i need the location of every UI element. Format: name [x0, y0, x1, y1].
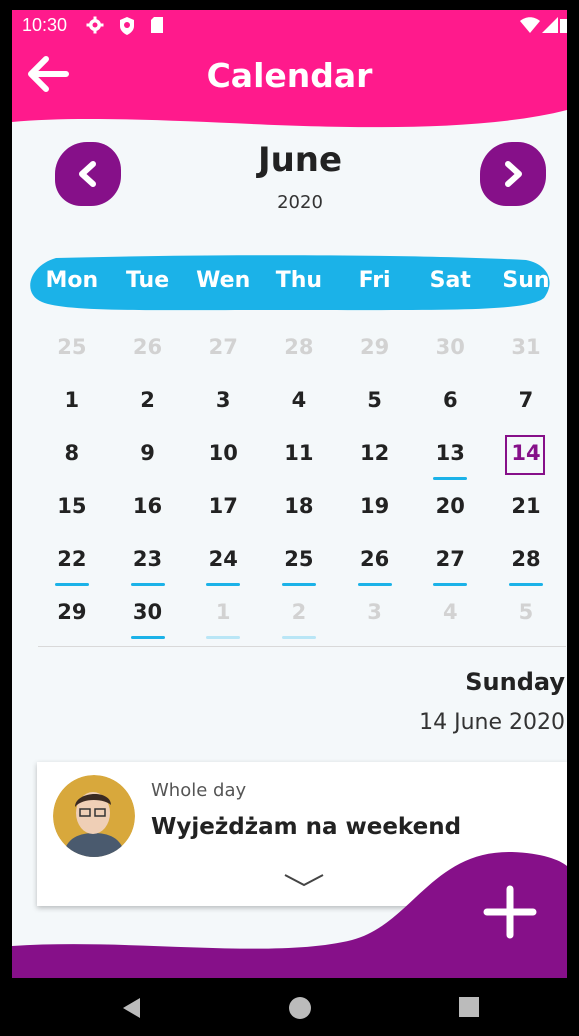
calendar-day[interactable]: 18 — [261, 484, 337, 537]
calendar-day-with-event[interactable]: 30 — [110, 590, 186, 643]
sim-card-icon — [151, 17, 163, 33]
event-marker — [282, 636, 317, 639]
page-title: Calendar — [206, 56, 373, 95]
calendar-day-with-event[interactable]: 13 — [412, 431, 488, 484]
calendar-day[interactable]: 10 — [185, 431, 261, 484]
divider — [38, 646, 566, 647]
calendar-day[interactable]: 3 — [185, 378, 261, 431]
weekday-label: Sat — [429, 268, 471, 293]
calendar-day[interactable]: 19 — [337, 484, 413, 537]
calendar-day[interactable]: 25 — [34, 325, 110, 378]
add-event-button[interactable] — [460, 862, 560, 962]
weekday-label: Mon — [45, 268, 99, 293]
calendar-day[interactable]: 5 — [337, 378, 413, 431]
weekday-label: Fri — [358, 268, 391, 293]
event-marker — [357, 583, 392, 586]
calendar-grid: 25 26 27 28 29 30 31 1 2 3 4 5 6 7 8 9 1… — [34, 325, 564, 643]
weekday-label: Thu — [275, 268, 323, 293]
nav-home-icon[interactable] — [288, 996, 312, 1020]
calendar-day[interactable]: 16 — [110, 484, 186, 537]
calendar-day[interactable]: 9 — [110, 431, 186, 484]
avatar — [53, 775, 135, 857]
event-marker — [206, 583, 241, 586]
event-marker — [130, 636, 165, 639]
calendar-day[interactable]: 8 — [34, 431, 110, 484]
event-marker — [433, 477, 468, 480]
calendar-day[interactable]: 4 — [261, 378, 337, 431]
nav-back-icon[interactable] — [120, 996, 142, 1020]
event-title: Wyjeżdżam na weekend — [151, 814, 462, 840]
calendar-day[interactable]: 30 — [412, 325, 488, 378]
status-bar: 10:30 — [12, 10, 567, 40]
event-time-label: Whole day — [151, 780, 247, 801]
settings-icon — [86, 16, 104, 34]
calendar-day-with-event[interactable]: 1 — [185, 590, 261, 643]
calendar-day-with-event[interactable]: 25 — [261, 537, 337, 590]
event-marker — [130, 583, 165, 586]
calendar-day[interactable]: 27 — [185, 325, 261, 378]
app-screen: 10:30 Calendar June 2020 Mon Tue Wen Thu… — [12, 10, 567, 1036]
selected-date: 14 June 2020 — [419, 710, 565, 735]
calendar-day[interactable]: 6 — [412, 378, 488, 431]
calendar-day[interactable]: 12 — [337, 431, 413, 484]
calendar-day[interactable]: 7 — [488, 378, 564, 431]
weekday-label: Wen — [196, 268, 251, 293]
year-label: 2020 — [277, 192, 323, 213]
calendar-day[interactable]: 31 — [488, 325, 564, 378]
week-row: 1 2 3 4 5 6 7 — [34, 378, 564, 431]
plus-icon — [483, 885, 537, 939]
calendar-day[interactable]: 11 — [261, 431, 337, 484]
signal-icon — [542, 17, 558, 33]
calendar-day[interactable]: 28 — [261, 325, 337, 378]
week-row: 29 30 1 2 3 4 5 — [34, 590, 564, 643]
calendar-day[interactable]: 29 — [34, 590, 110, 643]
calendar-day[interactable]: 1 — [34, 378, 110, 431]
week-row: 25 26 27 28 29 30 31 — [34, 325, 564, 378]
calendar-day[interactable]: 2 — [110, 378, 186, 431]
system-nav-bar — [12, 978, 567, 1036]
event-marker — [433, 583, 468, 586]
battery-icon — [560, 19, 567, 33]
calendar-day[interactable]: 21 — [488, 484, 564, 537]
month-label: June — [257, 140, 343, 180]
week-row: 22 23 24 25 26 27 28 — [34, 537, 564, 590]
week-row: 15 16 17 18 19 20 21 — [34, 484, 564, 537]
weekday-label: Sun — [502, 268, 550, 293]
selected-weekday: Sunday — [465, 668, 565, 696]
calendar-day[interactable]: 20 — [412, 484, 488, 537]
calendar-day[interactable]: 4 — [412, 590, 488, 643]
weekday-header: Mon Tue Wen Thu Fri Sat Sun — [34, 268, 564, 293]
calendar-day-with-event[interactable]: 24 — [185, 537, 261, 590]
status-time: 10:30 — [22, 15, 68, 35]
calendar-day-with-event[interactable]: 22 — [34, 537, 110, 590]
calendar-day[interactable]: 5 — [488, 590, 564, 643]
wifi-icon — [520, 17, 540, 33]
event-marker — [206, 636, 241, 639]
nav-recents-icon[interactable] — [458, 996, 480, 1018]
calendar-day-with-event[interactable]: 2 — [261, 590, 337, 643]
calendar-day-with-event[interactable]: 23 — [110, 537, 186, 590]
calendar-day-selected[interactable]: 14 — [488, 431, 564, 484]
calendar-day[interactable]: 3 — [337, 590, 413, 643]
calendar-day-with-event[interactable]: 26 — [337, 537, 413, 590]
calendar-day[interactable]: 15 — [34, 484, 110, 537]
calendar-day-with-event[interactable]: 27 — [412, 537, 488, 590]
event-marker — [509, 583, 544, 586]
calendar-day[interactable]: 17 — [185, 484, 261, 537]
event-marker — [282, 583, 317, 586]
calendar-day[interactable]: 26 — [110, 325, 186, 378]
week-row: 8 9 10 11 12 13 14 — [34, 431, 564, 484]
header-wave — [12, 102, 567, 128]
calendar-day-with-event[interactable]: 28 — [488, 537, 564, 590]
shield-icon — [120, 17, 134, 35]
weekday-label: Tue — [125, 268, 170, 293]
calendar-day[interactable]: 29 — [337, 325, 413, 378]
event-marker — [55, 583, 89, 586]
